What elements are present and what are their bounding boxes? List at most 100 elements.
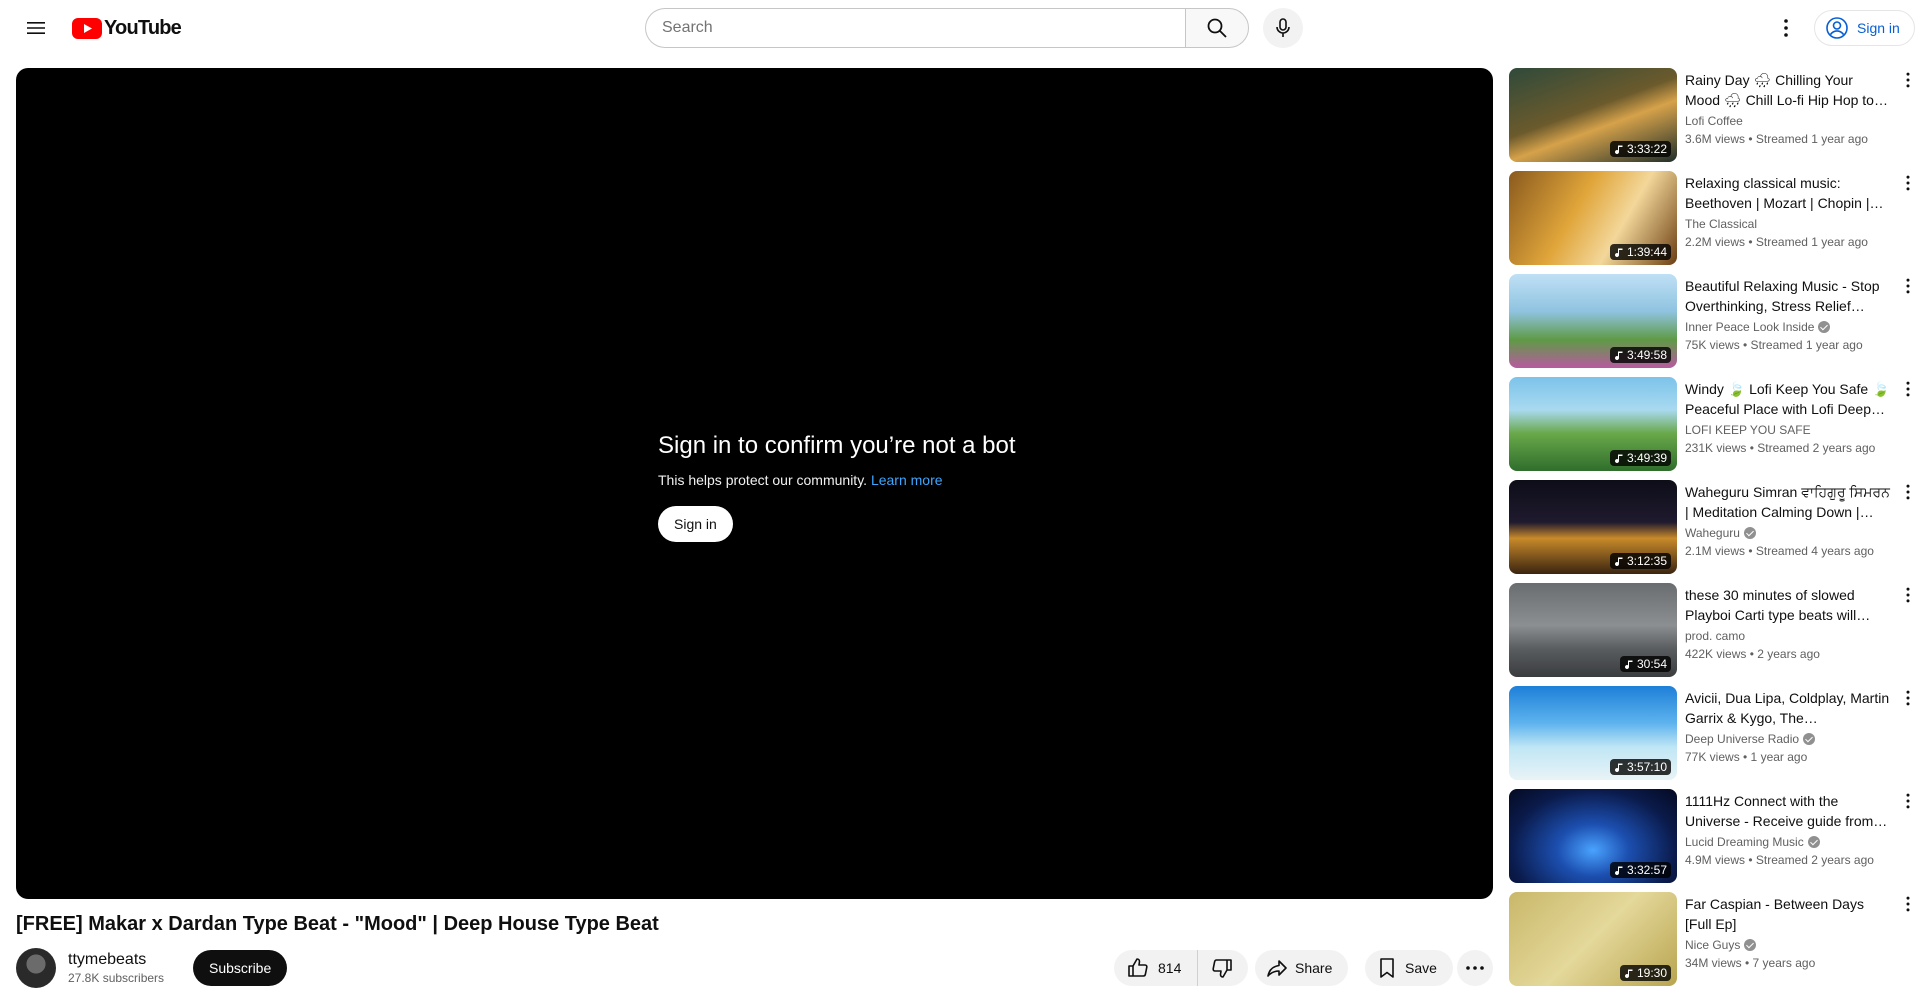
settings-more-button[interactable]	[1766, 8, 1806, 48]
video-thumbnail[interactable]: 3:49:58	[1509, 274, 1677, 368]
channel-name[interactable]: ttymebeats	[68, 951, 164, 969]
save-button[interactable]: Save	[1365, 950, 1453, 986]
recommendation-item[interactable]: 3:12:35 Waheguru Simran ਵਾਹਿਗੁਰੂ ਸਿਮਰਨ |…	[1509, 480, 1920, 583]
recommendation-channel[interactable]: Waheguru	[1685, 524, 1891, 542]
search-input[interactable]	[662, 19, 1185, 37]
bot-check-subtitle: This helps protect our community. Learn …	[658, 472, 1016, 488]
recommendations-sidebar: 3:33:22 Rainy Day 🌧 Chilling Your Mood 🌧…	[1509, 68, 1920, 993]
recommendation-menu-button[interactable]	[1896, 892, 1920, 916]
masthead: YouTube Sign in	[0, 0, 1920, 56]
recommendation-channel[interactable]: Deep Universe Radio	[1685, 730, 1891, 748]
music-note-icon	[1615, 557, 1623, 566]
recommendation-item[interactable]: 3:33:22 Rainy Day 🌧 Chilling Your Mood 🌧…	[1509, 68, 1920, 171]
share-label: Share	[1295, 960, 1333, 976]
guide-menu-button[interactable]	[16, 8, 56, 48]
recommendation-channel[interactable]: Nice Guys	[1685, 936, 1891, 954]
recommendation-meta: 4.9M views • Streamed 2 years ago	[1685, 853, 1874, 867]
recommendation-title[interactable]: Windy 🍃 Lofi Keep You Safe 🍃 Peaceful Pl…	[1685, 379, 1891, 419]
recommendation-menu-button[interactable]	[1896, 789, 1920, 813]
recommendation-title[interactable]: 1111Hz Connect with the Universe - Recei…	[1685, 791, 1891, 831]
video-thumbnail[interactable]: 19:30	[1509, 892, 1677, 986]
like-button[interactable]: 814	[1114, 950, 1199, 986]
bot-check-title: Sign in to confirm you’re not a bot	[658, 432, 1016, 459]
recommendation-title[interactable]: Relaxing classical music: Beethoven | Mo…	[1685, 173, 1891, 213]
duration-badge: 3:33:22	[1609, 141, 1671, 157]
recommendation-meta: 422K views • 2 years ago	[1685, 647, 1820, 661]
search-box[interactable]	[645, 8, 1185, 48]
video-thumbnail[interactable]: 1:39:44	[1509, 171, 1677, 265]
recommendation-menu-button[interactable]	[1896, 583, 1920, 607]
video-thumbnail[interactable]: 3:32:57	[1509, 789, 1677, 883]
youtube-logo[interactable]: YouTube	[72, 17, 182, 40]
video-thumbnail[interactable]: 30:54	[1509, 583, 1677, 677]
recommendation-menu-button[interactable]	[1896, 274, 1920, 298]
recommendation-channel[interactable]: Lucid Dreaming Music	[1685, 833, 1891, 851]
recommendation-item[interactable]: 3:32:57 1111Hz Connect with the Universe…	[1509, 789, 1920, 892]
player-signin-button[interactable]: Sign in	[658, 506, 733, 542]
more-actions-button[interactable]	[1457, 950, 1493, 986]
recommendation-item[interactable]: 30:54 these 30 minutes of slowed Playboi…	[1509, 583, 1920, 686]
more-vertical-icon	[1906, 896, 1910, 912]
dislike-button[interactable]	[1198, 950, 1248, 986]
logo-text: YouTube	[104, 17, 182, 39]
recommendation-meta: 2.1M views • Streamed 4 years ago	[1685, 544, 1874, 558]
recommendation-channel[interactable]: Lofi Coffee	[1685, 112, 1891, 130]
recommendation-channel-name: prod. camo	[1685, 629, 1746, 643]
recommendation-channel-name: Inner Peace Look Inside	[1685, 320, 1815, 334]
recommendation-title[interactable]: Avicii, Dua Lipa, Coldplay, Martin Garri…	[1685, 688, 1891, 728]
recommendation-channel[interactable]: LOFI KEEP YOU SAFE	[1685, 421, 1891, 439]
share-button[interactable]: Share	[1255, 950, 1349, 986]
recommendation-title[interactable]: Waheguru Simran ਵਾਹਿਗੁਰੂ ਸਿਮਰਨ | Meditat…	[1685, 482, 1891, 522]
recommendation-item[interactable]: 3:49:39 Windy 🍃 Lofi Keep You Safe 🍃 Pea…	[1509, 377, 1920, 480]
recommendation-channel[interactable]: prod. camo	[1685, 627, 1891, 645]
duration-badge: 30:54	[1619, 656, 1671, 672]
music-note-icon	[1625, 969, 1633, 978]
recommendation-menu-button[interactable]	[1896, 377, 1920, 401]
hamburger-icon	[27, 22, 45, 34]
recommendation-channel[interactable]: Inner Peace Look Inside	[1685, 318, 1891, 336]
recommendation-info: Far Caspian - Between Days [Full Ep] Nic…	[1685, 892, 1891, 993]
recommendation-item[interactable]: 3:57:10 Avicii, Dua Lipa, Coldplay, Mart…	[1509, 686, 1920, 789]
recommendation-channel[interactable]: The Classical	[1685, 215, 1891, 233]
duration-badge: 1:39:44	[1609, 244, 1671, 260]
video-thumbnail[interactable]: 3:33:22	[1509, 68, 1677, 162]
more-vertical-icon	[1906, 587, 1910, 603]
recommendation-title[interactable]: these 30 minutes of slowed Playboi Carti…	[1685, 585, 1891, 625]
channel-avatar[interactable]	[16, 948, 56, 988]
recommendation-channel-name: Deep Universe Radio	[1685, 732, 1800, 746]
search-button[interactable]	[1185, 8, 1249, 48]
recommendation-title[interactable]: Beautiful Relaxing Music - Stop Overthin…	[1685, 276, 1891, 316]
recommendation-item[interactable]: 3:49:58 Beautiful Relaxing Music - Stop …	[1509, 274, 1920, 377]
recommendation-channel-name: Lofi Coffee	[1685, 114, 1743, 128]
recommendation-meta: 34M views • 7 years ago	[1685, 956, 1816, 970]
recommendation-menu-button[interactable]	[1896, 171, 1920, 195]
recommendation-channel-name: Waheguru	[1685, 526, 1740, 540]
video-title: [FREE] Makar x Dardan Type Beat - "Mood"…	[16, 913, 659, 935]
recommendation-item[interactable]: 1:39:44 Relaxing classical music: Beetho…	[1509, 171, 1920, 274]
header-signin-button[interactable]: Sign in	[1814, 10, 1915, 46]
bookmark-icon	[1380, 958, 1394, 978]
recommendation-menu-button[interactable]	[1896, 480, 1920, 504]
music-note-icon	[1615, 145, 1623, 154]
video-player[interactable]: Sign in to confirm you’re not a bot This…	[16, 68, 1493, 899]
recommendation-title[interactable]: Far Caspian - Between Days [Full Ep]	[1685, 894, 1891, 934]
duration-text: 30:54	[1636, 657, 1667, 671]
recommendation-title[interactable]: Rainy Day 🌧 Chilling Your Mood 🌧 Chill L…	[1685, 70, 1891, 110]
video-thumbnail[interactable]: 3:57:10	[1509, 686, 1677, 780]
learn-more-link[interactable]: Learn more	[871, 472, 943, 488]
bot-check-message: Sign in to confirm you’re not a bot This…	[658, 432, 1016, 542]
verified-badge-icon	[1803, 733, 1816, 745]
recommendation-menu-button[interactable]	[1896, 68, 1920, 92]
search-icon	[1207, 18, 1227, 38]
video-thumbnail[interactable]: 3:12:35	[1509, 480, 1677, 574]
duration-text: 19:30	[1636, 966, 1667, 980]
recommendation-menu-button[interactable]	[1896, 686, 1920, 710]
verified-badge-icon	[1743, 527, 1756, 539]
voice-search-button[interactable]	[1263, 8, 1303, 48]
duration-badge: 3:32:57	[1609, 862, 1671, 878]
video-thumbnail[interactable]: 3:49:39	[1509, 377, 1677, 471]
music-note-icon	[1625, 660, 1633, 669]
recommendation-item[interactable]: 19:30 Far Caspian - Between Days [Full E…	[1509, 892, 1920, 993]
subscribe-button[interactable]: Subscribe	[193, 950, 288, 986]
recommendation-info: Avicii, Dua Lipa, Coldplay, Martin Garri…	[1685, 686, 1891, 789]
